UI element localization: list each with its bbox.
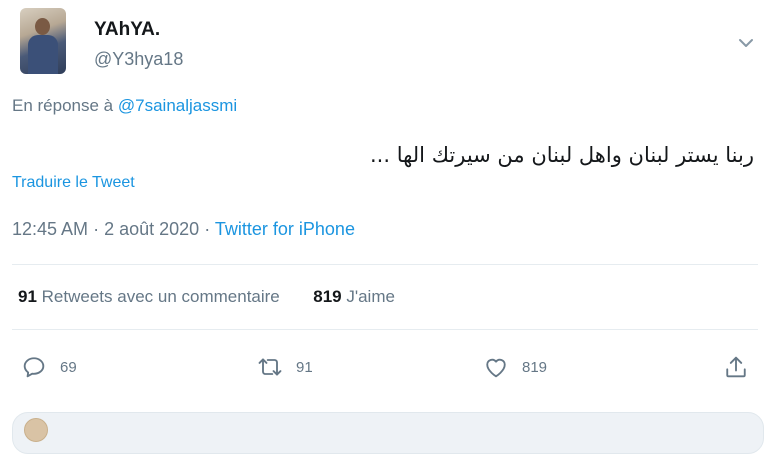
divider bbox=[12, 264, 758, 265]
author-name[interactable]: YAhYA. bbox=[94, 19, 160, 41]
like-count: 819 bbox=[522, 358, 548, 376]
avatar[interactable] bbox=[20, 8, 66, 74]
likes-count: 819 bbox=[313, 287, 342, 306]
engagement-stats: 91 Retweets avec un commentaire 819 J'ai… bbox=[18, 287, 395, 307]
reply-prefix: En réponse à bbox=[12, 96, 114, 115]
reply-icon bbox=[23, 357, 45, 378]
tweet-time[interactable]: 12:45 AM bbox=[12, 219, 88, 239]
divider bbox=[12, 329, 758, 330]
meta-separator: · bbox=[204, 219, 211, 239]
like-button[interactable]: 819 bbox=[482, 352, 547, 382]
retweet-button[interactable]: 91 bbox=[256, 352, 313, 382]
retweets-label: Retweets avec un commentaire bbox=[41, 287, 280, 306]
retweet-count: 91 bbox=[296, 358, 313, 376]
reply-card[interactable] bbox=[12, 412, 764, 454]
avatar-head bbox=[35, 18, 50, 35]
retweet-icon bbox=[258, 358, 282, 376]
author-handle[interactable]: @Y3hya18 bbox=[94, 49, 183, 70]
chevron-down-icon[interactable] bbox=[736, 36, 756, 50]
reply-button[interactable]: 69 bbox=[20, 352, 77, 382]
heart-icon bbox=[486, 358, 506, 378]
retweets-count: 91 bbox=[18, 287, 37, 306]
translate-link[interactable]: Traduire le Tweet bbox=[12, 174, 135, 192]
reply-card-avatar bbox=[24, 418, 48, 442]
tweet-text: ربنا يستر لبنان واهل لبنان من سيرتك الها… bbox=[370, 143, 754, 167]
meta-separator: · bbox=[93, 219, 100, 239]
tweet-meta: 12:45 AM · 2 août 2020 · Twitter for iPh… bbox=[12, 219, 355, 240]
reply-context: En réponse à @7sainaljassmi bbox=[12, 96, 237, 116]
tweet-source-link[interactable]: Twitter for iPhone bbox=[215, 219, 355, 239]
reply-mention-link[interactable]: @7sainaljassmi bbox=[118, 96, 237, 115]
reply-count: 69 bbox=[60, 358, 77, 376]
retweets-stat[interactable]: 91 Retweets avec un commentaire bbox=[18, 287, 285, 306]
likes-stat[interactable]: 819 J'aime bbox=[313, 287, 395, 306]
tweet-date[interactable]: 2 août 2020 bbox=[104, 219, 199, 239]
avatar-body bbox=[28, 35, 58, 74]
share-icon bbox=[726, 356, 746, 378]
share-button[interactable] bbox=[722, 352, 750, 382]
likes-label: J'aime bbox=[346, 287, 395, 306]
